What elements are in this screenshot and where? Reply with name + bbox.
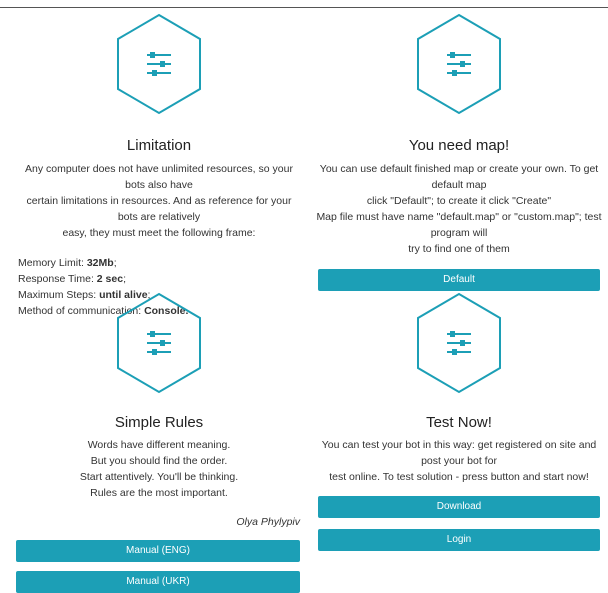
spec-response-time: Response Time: 2 sec; [18,273,126,285]
test-panel: Test Now! You can test your bot in this … [314,291,604,551]
map-desc-line: Map file must have name "default.map" or… [316,211,602,239]
limitation-desc-line: certain limitations in resources. And as… [26,195,292,223]
limitation-title: Limitation [126,137,192,154]
signature: Olya Phylypiv [236,516,300,528]
rules-line: Rules are the most important. [90,487,228,499]
test-desc-line: test online. To test solution - press bu… [329,471,589,483]
top-divider [0,7,608,8]
limitation-panel: Limitation Any computer does not have un… [16,12,302,319]
map-desc-line: You can use default finished map or crea… [319,163,599,191]
sliders-icon [117,13,201,115]
download-button[interactable]: Download [318,496,600,518]
manual-eng-button[interactable]: Manual (ENG) [16,540,300,562]
sliders-icon [117,292,201,394]
limitation-desc-line: easy, they must meet the following frame… [62,227,256,239]
rules-line: Start attentively. You'll be thinking. [79,471,239,483]
manual-ukr-button[interactable]: Manual (UKR) [16,571,300,593]
test-title: Test Now! [426,414,492,431]
sliders-icon [417,13,501,115]
spec-memory-limit: Memory Limit: 32Mb; [18,257,117,269]
rules-line: Words have different meaning. [87,439,231,451]
default-map-button[interactable]: Default [318,269,600,291]
test-desc-line: You can test your bot in this way: get r… [321,439,597,467]
rules-title: Simple Rules [114,414,204,431]
map-panel: You need map! You can use default finish… [314,12,604,291]
sliders-icon [417,292,501,394]
map-desc-line: click "Default"; to create it click "Cre… [366,195,552,207]
rules-line: But you should find the order. [90,455,228,467]
login-button[interactable]: Login [318,529,600,551]
limitation-desc-line: Any computer does not have unlimited res… [25,163,293,191]
map-desc-line: try to find one of them [408,243,510,255]
map-title: You need map! [408,137,510,154]
rules-panel: Simple Rules Words have different meanin… [16,291,302,593]
